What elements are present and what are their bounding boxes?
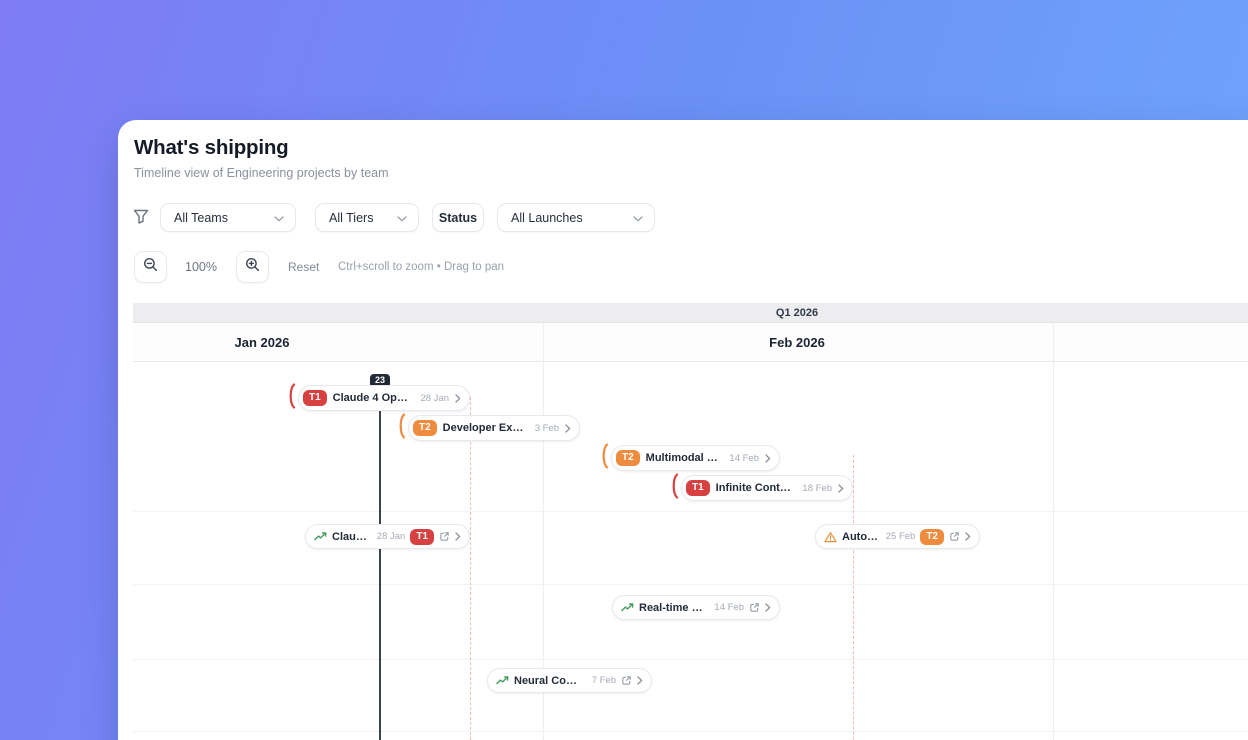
project-title: Multimodal Real-t...	[645, 452, 724, 464]
external-link-icon[interactable]	[439, 531, 450, 542]
month-label-feb: Feb 2026	[769, 335, 825, 350]
zoom-out-button[interactable]	[134, 251, 167, 283]
project-bar[interactable]: T2 Multimodal Real-t... 14 Feb	[600, 442, 780, 474]
launch-title: Neural Computer...	[514, 674, 587, 687]
tier-badge: T1	[410, 528, 434, 545]
project-title: Claude 4 Opus + ...	[332, 392, 415, 404]
zoom-level-value: 100%	[185, 260, 217, 274]
launch-pill[interactable]: Claude 4 ... 28 Jan T1	[305, 524, 470, 549]
magnifier-plus-icon	[245, 257, 260, 277]
tier-badge: T1	[686, 480, 710, 496]
trending-up-icon	[621, 602, 634, 613]
chevron-down-icon	[633, 211, 643, 225]
chevron-right-icon	[765, 603, 771, 612]
launch-pill[interactable]: Real-time Multi... 14 Feb	[612, 595, 780, 620]
project-bar[interactable]: T1 Infinite Context + ... 18 Feb	[670, 472, 853, 504]
chevron-right-icon	[965, 532, 971, 541]
tier-badge: T2	[920, 528, 944, 545]
tier-badge: T2	[413, 420, 437, 436]
zoom-in-button[interactable]	[236, 251, 269, 283]
project-date: 3 Feb	[534, 422, 559, 434]
timeline-canvas[interactable]: Q1 2026 Jan 2026 Feb 2026 23 T1 Claude 4…	[133, 303, 1248, 740]
row-gridline	[133, 731, 1248, 732]
launch-pill[interactable]: Autonomo... 25 Feb T2	[815, 524, 980, 549]
quarter-label: Q1 2026	[775, 307, 819, 319]
launch-title: Autonomo...	[842, 530, 881, 543]
whats-shipping-card: What's shipping Timeline view of Enginee…	[118, 120, 1248, 740]
launches-filter-dropdown[interactable]: All Launches	[497, 203, 655, 232]
tier-badge: T2	[616, 450, 640, 466]
chevron-down-icon	[397, 211, 407, 225]
project-start-bracket-icon	[397, 412, 406, 444]
project-start-bracket-icon	[600, 442, 609, 474]
month-label-jan: Jan 2026	[234, 335, 290, 350]
launch-title: Claude 4 ...	[332, 530, 372, 543]
tiers-filter-value: All Tiers	[329, 210, 374, 225]
project-date: 28 Jan	[420, 392, 449, 404]
month-gridline	[1053, 323, 1054, 740]
page-title: What's shipping	[134, 136, 289, 159]
project-date: 14 Feb	[729, 452, 759, 464]
launches-filter-value: All Launches	[511, 210, 583, 225]
milestone-dashed-line	[470, 397, 471, 740]
month-header-row: Jan 2026 Feb 2026	[133, 323, 1248, 362]
external-link-icon[interactable]	[949, 531, 960, 542]
trending-up-icon	[496, 675, 509, 686]
row-gridline	[133, 659, 1248, 660]
chevron-down-icon	[274, 211, 284, 225]
launch-date: 25 Feb	[885, 531, 916, 542]
project-start-bracket-icon	[287, 382, 296, 414]
chevron-right-icon	[565, 423, 571, 433]
launch-date: 14 Feb	[714, 602, 744, 613]
project-bar[interactable]: T1 Claude 4 Opus + ... 28 Jan	[287, 382, 470, 414]
row-gridline	[133, 584, 1248, 585]
zoom-pan-hint: Ctrl+scroll to zoom • Drag to pan	[338, 261, 505, 273]
row-gridline	[133, 511, 1248, 512]
chevron-right-icon	[838, 483, 844, 493]
page-subtitle: Timeline view of Engineering projects by…	[134, 166, 389, 180]
status-filter-label: Status	[438, 210, 478, 225]
teams-filter-dropdown[interactable]: All Teams	[160, 203, 296, 232]
quarter-header-bar: Q1 2026	[133, 303, 1248, 323]
external-link-icon[interactable]	[621, 675, 632, 686]
magnifier-minus-icon	[143, 257, 158, 277]
launch-date: 7 Feb	[591, 675, 616, 686]
project-title: Developer Experie...	[442, 422, 529, 434]
teams-filter-value: All Teams	[174, 210, 228, 225]
project-bar[interactable]: T2 Developer Experie... 3 Feb	[397, 412, 580, 444]
funnel-icon	[133, 209, 149, 229]
project-date: 18 Feb	[802, 482, 832, 494]
chevron-right-icon	[765, 453, 771, 463]
warning-triangle-icon	[824, 531, 837, 543]
today-line	[379, 387, 381, 740]
milestone-dashed-line	[853, 455, 854, 740]
reset-zoom-button[interactable]: Reset	[288, 260, 319, 274]
project-start-bracket-icon	[670, 472, 679, 504]
trending-up-icon	[314, 531, 327, 542]
tier-badge: T1	[303, 390, 327, 406]
launch-date: 28 Jan	[376, 531, 406, 542]
launch-pill[interactable]: Neural Computer... 7 Feb	[487, 668, 652, 693]
chevron-right-icon	[455, 532, 461, 541]
project-title: Infinite Context + ...	[715, 482, 797, 494]
status-filter-button[interactable]: Status	[432, 203, 484, 232]
tiers-filter-dropdown[interactable]: All Tiers	[315, 203, 419, 232]
chevron-right-icon	[637, 676, 643, 685]
external-link-icon[interactable]	[749, 602, 760, 613]
chevron-right-icon	[455, 393, 461, 403]
launch-title: Real-time Multi...	[639, 601, 709, 614]
